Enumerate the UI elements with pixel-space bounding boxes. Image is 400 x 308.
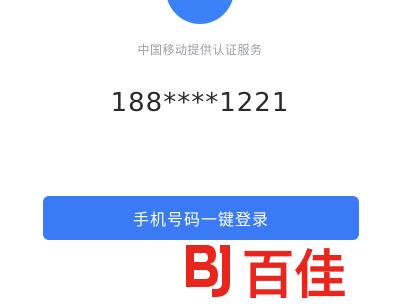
masked-phone-number: 188****1221 [110, 88, 290, 118]
china-mobile-logo-icon [166, 0, 234, 24]
one-click-login-button[interactable]: 手机号码一键登录 [43, 196, 359, 240]
service-provider-text: 中国移动提供认证服务 [137, 43, 263, 57]
watermark-logo: 百佳 [180, 235, 400, 306]
svg-text:百佳: 百佳 [242, 246, 346, 304]
bj-logo-icon: 百佳 [186, 245, 346, 306]
